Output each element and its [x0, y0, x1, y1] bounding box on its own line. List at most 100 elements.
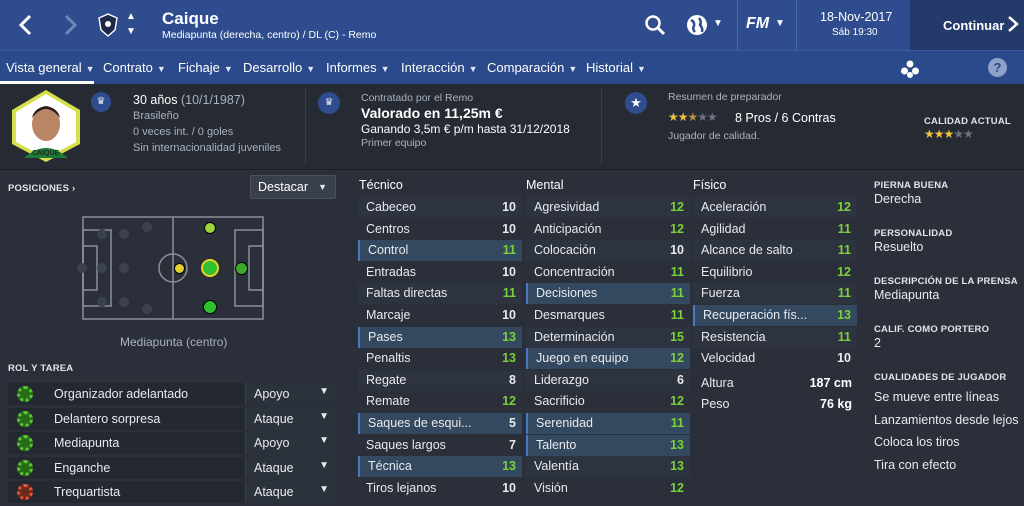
attribute-row[interactable]: Saques largos 7	[358, 435, 522, 456]
position-dot-active	[201, 259, 219, 277]
attribute-name: Sacrificio	[534, 394, 585, 409]
forward-arrow-icon[interactable]	[58, 11, 82, 39]
attribute-name: Centros	[366, 221, 410, 236]
attribute-row[interactable]: Técnica 13	[358, 456, 522, 478]
attribute-value: 7	[509, 437, 516, 452]
attribute-name: Talento	[536, 437, 577, 452]
role-row[interactable]: Mediapunta Apoyo ▼	[8, 432, 338, 454]
attribute-row[interactable]: Determinación 15	[526, 326, 690, 348]
attribute-row[interactable]: Equilibrio 12	[693, 262, 857, 283]
world-menu-chevron-icon[interactable]: ▼	[713, 18, 723, 29]
continue-button[interactable]: Continuar	[910, 0, 1024, 50]
attribute-row[interactable]: Penaltis 13	[358, 348, 522, 369]
duty-dropdown[interactable]: Ataque ▼	[245, 457, 338, 479]
continue-arrow-icon	[1006, 15, 1020, 38]
attribute-row[interactable]: Decisiones 11	[526, 283, 690, 305]
tab-fichaje[interactable]: Fichaje ▼	[178, 60, 233, 75]
attribute-name: Liderazgo	[534, 372, 589, 387]
attribute-row[interactable]: Resistencia 11	[693, 326, 857, 348]
attribute-row[interactable]: Tiros lejanos 10	[358, 478, 522, 499]
attribute-row[interactable]: Saques de esqui... 5	[358, 413, 522, 434]
tab-interaccion[interactable]: Interacción ▼	[401, 60, 478, 75]
attribute-value: 13	[837, 308, 851, 322]
attribute-name: Juego en equipo	[536, 351, 629, 366]
chevron-down-icon: ▼	[319, 460, 329, 471]
attribute-row[interactable]: Marcaje 10	[358, 305, 522, 326]
search-icon[interactable]	[644, 14, 666, 36]
attribute-row[interactable]: Colocación 10	[526, 240, 690, 262]
role-row[interactable]: Trequartista Ataque ▼	[8, 481, 338, 503]
tab-contrato[interactable]: Contrato ▼	[103, 60, 166, 75]
attribute-row[interactable]: Cabeceo 10	[358, 197, 522, 218]
tab-historial[interactable]: Historial ▼	[586, 60, 646, 75]
attribute-row[interactable]: Control 11	[358, 240, 522, 262]
attribute-row[interactable]: Serenidad 11	[526, 413, 690, 434]
attribute-row[interactable]: Visión 12	[526, 478, 690, 499]
attribute-row[interactable]: Concentración 11	[526, 262, 690, 283]
duty-dropdown[interactable]: Apoyo ▼	[245, 383, 338, 405]
chevron-down-icon: ▼	[319, 435, 329, 446]
highlight-dropdown[interactable]: Destacar ▼	[250, 175, 336, 199]
attribute-row[interactable]: Agresividad 12	[526, 197, 690, 218]
attribute-row[interactable]: Entradas 10	[358, 262, 522, 283]
squad-icon[interactable]	[900, 59, 920, 79]
duty-dropdown[interactable]: Ataque ▼	[245, 408, 338, 430]
position-dot	[119, 229, 129, 239]
attribute-row[interactable]: Pases 13	[358, 326, 522, 348]
world-icon[interactable]	[686, 14, 708, 36]
divider	[601, 88, 602, 164]
attribute-name: Remate	[366, 394, 410, 409]
attribute-row[interactable]: Agilidad 11	[693, 219, 857, 240]
attribute-row[interactable]: Recuperación fís... 13	[693, 305, 857, 326]
current-ability-label: CALIDAD ACTUAL	[924, 116, 1011, 127]
chevron-down-icon[interactable]: ▼	[126, 26, 136, 37]
attribute-row[interactable]: Sacrificio 12	[526, 391, 690, 412]
attribute-row[interactable]: Alcance de salto 11	[693, 240, 857, 262]
attribute-row[interactable]: Faltas directas 11	[358, 283, 522, 305]
attribute-row[interactable]: Juego en equipo 12	[526, 348, 690, 370]
weight-value: 76 kg	[820, 397, 852, 411]
attribute-row[interactable]: Valentía 13	[526, 456, 690, 478]
chevron-up-icon[interactable]: ▲	[126, 11, 136, 22]
position-dot	[119, 263, 129, 273]
attribute-row[interactable]: Fuerza 11	[693, 283, 857, 305]
positions-title[interactable]: POSICIONES ›	[8, 183, 75, 194]
attribute-row[interactable]: Talento 13	[526, 434, 690, 456]
attribute-row[interactable]: Velocidad 10	[693, 348, 857, 369]
fm-logo[interactable]: FM	[746, 15, 769, 33]
attribute-value: 12	[670, 221, 684, 236]
attribute-row[interactable]: Anticipación 12	[526, 219, 690, 240]
preferred-foot-label: PIERNA BUENA	[874, 180, 949, 191]
attribute-row[interactable]: Centros 10	[358, 219, 522, 240]
attribute-row[interactable]: Regate 8	[358, 369, 522, 391]
duty-dropdown[interactable]: Ataque ▼	[245, 481, 338, 503]
attribute-row[interactable]: Liderazgo 6	[526, 369, 690, 391]
tab-desarrollo[interactable]: Desarrollo ▼	[243, 60, 315, 75]
attribute-row[interactable]: Aceleración 12	[693, 197, 857, 218]
role-row[interactable]: Delantero sorpresa Ataque ▼	[8, 408, 338, 430]
attribute-row[interactable]: Remate 12	[358, 391, 522, 412]
attribute-value: 10	[502, 221, 516, 236]
attribute-value: 10	[502, 264, 516, 279]
role-row[interactable]: Organizador adelantado Apoyo ▼	[8, 383, 338, 405]
back-arrow-icon[interactable]	[14, 11, 38, 39]
attribute-name: Entradas	[366, 264, 417, 279]
tab-informes[interactable]: Informes ▼	[326, 60, 390, 75]
attribute-name: Agresividad	[534, 200, 600, 214]
attribute-value: 8	[509, 372, 516, 387]
coach-summary: Jugador de calidad.	[668, 130, 760, 142]
attribute-row[interactable]: Desmarques 11	[526, 305, 690, 326]
tab-vista-general[interactable]: Vista general ▼	[6, 60, 95, 75]
duty-dropdown[interactable]: Apoyo ▼	[245, 432, 338, 454]
help-icon[interactable]: ?	[988, 58, 1007, 77]
goalkeeper-rating: 2	[874, 336, 881, 350]
attribute-value: 10	[837, 351, 851, 366]
tab-comparacion[interactable]: Comparación ▼	[487, 60, 577, 75]
physical-title: Físico	[693, 178, 727, 192]
fm-menu-chevron-icon[interactable]: ▼	[775, 18, 785, 29]
attribute-name: Valentía	[534, 459, 579, 474]
role-row[interactable]: Enganche Ataque ▼	[8, 457, 338, 479]
attribute-name: Resistencia	[701, 329, 766, 344]
player-name: Caique	[162, 9, 219, 28]
current-ability-stars: ★★★★★	[924, 127, 974, 141]
